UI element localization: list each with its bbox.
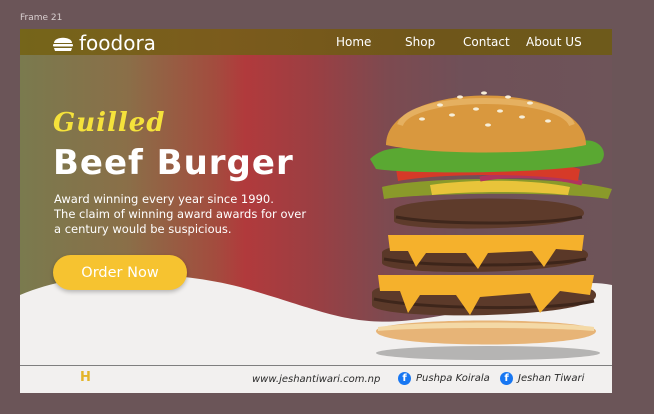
- order-now-button[interactable]: Order Now: [53, 255, 187, 290]
- description-line: Award winning every year since 1990.: [54, 192, 274, 206]
- burger-image: [370, 91, 612, 360]
- social-name: Pushpa Koirala: [416, 373, 490, 384]
- hero-description: Award winning every year since 1990. The…: [54, 192, 354, 237]
- frame-label: Frame 21: [20, 13, 63, 23]
- footer-website-link[interactable]: www.jeshantiwari.com.np: [252, 374, 380, 385]
- social-name: Jeshan Tiwari: [518, 373, 585, 384]
- hero-title: Beef Burger: [53, 143, 294, 183]
- facebook-icon: f: [398, 372, 411, 385]
- footer-divider: [20, 365, 612, 366]
- description-line: The claim of winning award awards for ov…: [54, 207, 307, 221]
- facebook-icon: f: [500, 372, 513, 385]
- landing-page-frame: foodora Home Shop Contact About US Guill…: [20, 29, 612, 393]
- footer-logo[interactable]: H: [80, 370, 91, 385]
- hero-subtitle: Guilled: [53, 108, 166, 138]
- social-link-jeshan-tiwari[interactable]: f Jeshan Tiwari: [500, 372, 584, 385]
- description-line: a century would be suspicious.: [54, 222, 232, 236]
- social-link-pushpa-koirala[interactable]: f Pushpa Koirala: [398, 372, 490, 385]
